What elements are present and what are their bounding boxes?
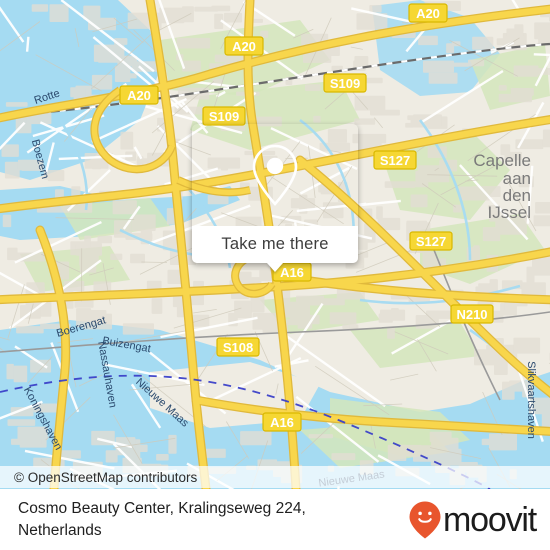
moovit-logo[interactable]: moovit <box>408 500 537 540</box>
svg-text:Capelle: Capelle <box>473 151 531 170</box>
place-name: Cosmo Beauty Center, Kralingseweg 224, N… <box>18 500 306 539</box>
svg-text:A16: A16 <box>270 415 294 430</box>
svg-text:S109: S109 <box>330 76 360 91</box>
svg-text:A20: A20 <box>232 39 256 54</box>
footer-bar: RotteBoezemBoerengatBuizengatNassauhaven… <box>0 489 550 550</box>
map-attribution[interactable]: © OpenStreetMap contributors <box>0 466 550 488</box>
take-me-there-button[interactable]: Take me there <box>192 226 358 263</box>
svg-text:A16: A16 <box>280 265 304 280</box>
svg-text:A20: A20 <box>127 88 151 103</box>
svg-text:S127: S127 <box>416 234 446 249</box>
moovit-pin-smiley-icon <box>409 501 441 538</box>
map-pin-icon <box>252 144 298 206</box>
callout-pointer <box>267 263 283 272</box>
moovit-wordmark: moovit <box>443 500 537 539</box>
card-header <box>192 124 358 226</box>
map-share-card: Rotte Boezem Boerengat Buizengat Nassauhaven… <box>0 0 550 550</box>
svg-text:S108: S108 <box>223 340 253 355</box>
place-callout-card[interactable]: Take me there <box>192 124 358 272</box>
attribution-text: © OpenStreetMap contributors <box>14 469 198 485</box>
take-me-there-label: Take me there <box>221 235 329 253</box>
svg-text:N210: N210 <box>456 307 487 322</box>
svg-text:IJssel: IJssel <box>488 203 531 222</box>
svg-text:Slikvaartshaven: Slikvaartshaven <box>525 361 537 439</box>
svg-text:S109: S109 <box>209 109 239 124</box>
svg-text:S127: S127 <box>380 153 410 168</box>
svg-text:A20: A20 <box>416 6 440 21</box>
